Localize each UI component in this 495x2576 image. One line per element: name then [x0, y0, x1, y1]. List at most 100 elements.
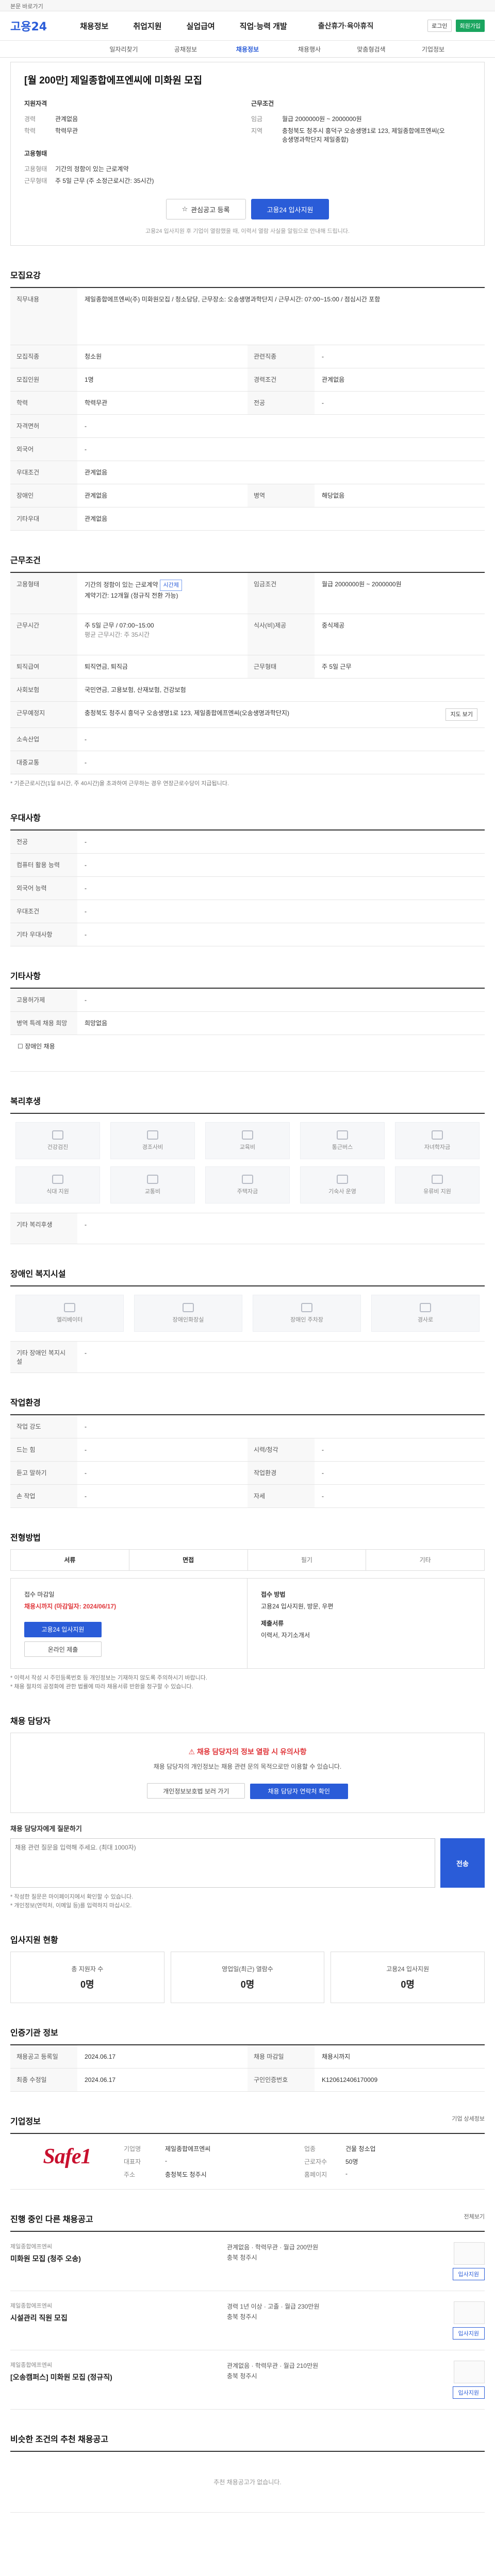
welfare-card: 경조사비: [110, 1122, 195, 1159]
row-label: 우대조건: [10, 900, 77, 923]
table-row: 근무예정지 충청북도 청주시 흥덕구 오송생명1로 123, 제일종합에프엔씨(오…: [10, 702, 485, 728]
table-row: 기타 우대사항 -: [10, 923, 485, 946]
subnav-item[interactable]: 공채정보: [155, 45, 217, 54]
contact-reveal-button[interactable]: 채용 담당자 연락처 확인: [250, 1784, 348, 1799]
summary-key: 고용형태: [24, 165, 47, 173]
job-link[interactable]: [오송캠퍼스] 미화원 모집 (정규직): [10, 2372, 227, 2382]
stat-card: 고용24 입사지원 0명: [331, 1952, 485, 2003]
welfare-card: 교육비: [205, 1122, 290, 1159]
qa-note: * 작성한 질문은 마이페이지에서 확인할 수 있습니다.: [10, 1894, 134, 1900]
row-label: 모집직종: [10, 345, 77, 368]
deadline-value: 채용시까지 (마감일자: 2024/06/17): [24, 1603, 117, 1610]
job-link[interactable]: 시설관리 직원 모집: [10, 2313, 227, 2323]
row-value: K120612406170009: [322, 2076, 378, 2083]
welfare-section: 복리후생 건강검진 경조사비 교육비 통근버스 자녀학자금 식대 지원 교통비 …: [10, 1094, 485, 1244]
welfare-label: 주택자금: [237, 1189, 258, 1195]
job-apply-button[interactable]: 입사지원: [452, 2327, 485, 2340]
summary-key: 임금: [251, 115, 263, 123]
site-logo[interactable]: 고용24: [10, 18, 47, 34]
qa-title: 채용 담당자에게 질문하기: [10, 1825, 82, 1833]
nav-item[interactable]: 취업지원: [121, 21, 174, 31]
row-value: -: [85, 1349, 87, 1357]
nav-item[interactable]: 실업급여: [174, 21, 227, 31]
summary-head: 근무조건: [251, 100, 274, 107]
nav-item[interactable]: 채용정보: [68, 21, 121, 31]
welfare-card: 기숙사 운영: [300, 1166, 385, 1204]
apply-note: 고용24 입사지원 후 기업이 열람했을 때, 이력서 열람 사실을 알림으로 …: [145, 228, 350, 234]
top-utility-bar: 본문 바로가기: [0, 0, 495, 11]
table-row: 직무내용 제일종합에프엔씨(주) 미화원모집 / 청소담당, 근무장소: 오송생명…: [10, 288, 485, 345]
workenv-table: 작업 강도 - 드는 힘 - 시력/청각 - 듣고 말하기 - 작업환경 - 손 작업 - 자세 -: [10, 1414, 485, 1508]
welfare-item: 유류비 지원: [390, 1166, 485, 1211]
job-apply-button[interactable]: 입사지원: [452, 2268, 485, 2280]
company-thumb: [454, 2242, 485, 2265]
subnav-item[interactable]: 맞춤형검색: [340, 45, 402, 54]
company-more-link[interactable]: 기업 상세정보: [452, 2114, 485, 2123]
job-side: 입사지원: [418, 2301, 485, 2340]
qa-send-button[interactable]: 전송: [440, 1838, 485, 1888]
subnav-item[interactable]: 일자리찾기: [93, 45, 155, 54]
job-meta: 경력 1년 이상 · 고졸 · 월급 230만원 충북 청주시: [227, 2301, 418, 2340]
summary-row: 경력 관계없음: [24, 115, 220, 124]
row-label: 사회보험: [10, 679, 77, 701]
info-section: 인증기관 정보 채용공고 등록일 2024.06.17 채용 마감일 채용시까지 최종…: [10, 2026, 485, 2092]
summary-value: 기간의 정함이 있는 근로계약: [55, 165, 129, 173]
summary-key: 근무형태: [24, 177, 47, 184]
row-label: 외국어 능력: [10, 877, 77, 900]
empty-state: 추천 채용공고가 없습니다.: [10, 2451, 485, 2513]
facility-label: 경사로: [417, 1317, 434, 1323]
apply-button[interactable]: 고용24 입사지원: [251, 199, 329, 219]
section-title: 인증기관 정보: [10, 2029, 58, 2038]
method-section: 전형방법 서류 면접 필기 기타 접수 마감일 채용시까지 (마감일자: 202…: [10, 1531, 485, 1691]
summary-head: 지원자격: [24, 100, 47, 107]
row-label: 전공: [248, 392, 315, 414]
fuel-icon: [432, 1175, 443, 1184]
table-row: 외국어 -: [10, 438, 485, 461]
job-link[interactable]: 미화원 모집 (청주 오송): [10, 2253, 227, 2264]
recruit-section: 모집요강 직무내용 제일종합에프엔씨(주) 미화원모집 / 청소담당, 근무장소:…: [10, 268, 485, 531]
signup-link[interactable]: 회원가입: [455, 20, 485, 32]
welfare-card: 교통비: [110, 1166, 195, 1204]
table-row: 전공 -: [10, 831, 485, 854]
subnav-item[interactable]: 채용정보: [217, 45, 278, 54]
row-label: 학력: [10, 392, 77, 414]
hours-note: 평균 근무시간: 주 35시간: [85, 631, 150, 638]
online-submit-button[interactable]: 온라인 제출: [24, 1641, 102, 1657]
row-label: 직무내용: [10, 288, 77, 345]
list-item[interactable]: 제일종합에프엔씨 [오송캠퍼스] 미화원 모집 (정규직) 관계없음 · 학력무관…: [10, 2350, 485, 2410]
job-apply-button[interactable]: 입사지원: [452, 2386, 485, 2399]
login-link[interactable]: 로그인: [427, 20, 452, 32]
company-card: Safe1 기업명 제일종합에프엔씨 업종 건물 청소업 대표자 - 근로자수 50명 …: [10, 2133, 485, 2190]
subnav-item[interactable]: 기업정보: [402, 45, 464, 54]
apply-button-2[interactable]: 고용24 입사지원: [24, 1622, 102, 1637]
similar-section: 진행 중인 다른 채용공고 전체보기 제일종합에프엔씨 미화원 모집 (청주 오송)…: [10, 2212, 485, 2410]
row-value: -: [85, 736, 87, 743]
job-area: 충북 청주시: [227, 2254, 257, 2261]
work-note: * 기준근로시간(1일 8시간, 주 40시간)을 초과하여 근무하는 경우 연…: [10, 781, 229, 787]
subnav-item[interactable]: 채용행사: [278, 45, 340, 54]
job-head: 제일종합에프엔씨 [오송캠퍼스] 미화원 모집 (정규직): [10, 2361, 227, 2399]
nav-item[interactable]: 출산휴가·육아휴직: [318, 21, 374, 31]
job-area: 충북 청주시: [227, 2313, 257, 2320]
similar-more-link[interactable]: 전체보기: [464, 2212, 485, 2221]
nav-item[interactable]: 직업·능력 개발: [227, 21, 300, 31]
map-button[interactable]: 지도 보기: [446, 708, 477, 721]
info-key: 업종: [304, 2145, 316, 2153]
interest-button[interactable]: ☆ 관심공고 등록: [166, 199, 246, 219]
welfare-label: 기숙사 운영: [328, 1189, 356, 1195]
table-row: 외국어 능력 -: [10, 877, 485, 900]
list-item[interactable]: 제일종합에프엔씨 미화원 모집 (청주 오송) 관계없음 · 학력무관 · 월급 …: [10, 2232, 485, 2291]
list-item[interactable]: 제일종합에프엔씨 시설관리 직원 모집 경력 1년 이상 · 고졸 · 월급 23…: [10, 2291, 485, 2350]
summary-row: 근무형태 주 5일 근무 (주 소정근로시간: 35시간): [24, 177, 220, 185]
summary-value: 충청북도 청주시 흥덕구 오송생명1로 123, 제일종합에프엔씨(오송생명과학…: [282, 127, 445, 143]
row-label: 작업 강도: [10, 1415, 77, 1438]
skip-link[interactable]: 본문 바로가기: [10, 4, 43, 10]
table-row: 사회보험 국민연금, 고용보험, 산재보험, 건강보험: [10, 679, 485, 702]
qa-input[interactable]: [10, 1838, 435, 1888]
step-interview: 면접: [129, 1550, 248, 1570]
work-address: 충청북도 청주시 흥덕구 오송생명1로 123, 제일종합에프엔씨(오송생명과학…: [85, 709, 289, 717]
row-label: 고용허가제: [10, 989, 77, 1011]
privacy-law-button[interactable]: 개인정보보호법 보러 가기: [147, 1783, 245, 1799]
row-value: 관계없음: [85, 469, 108, 476]
welfare-label: 식대 지원: [46, 1189, 69, 1195]
